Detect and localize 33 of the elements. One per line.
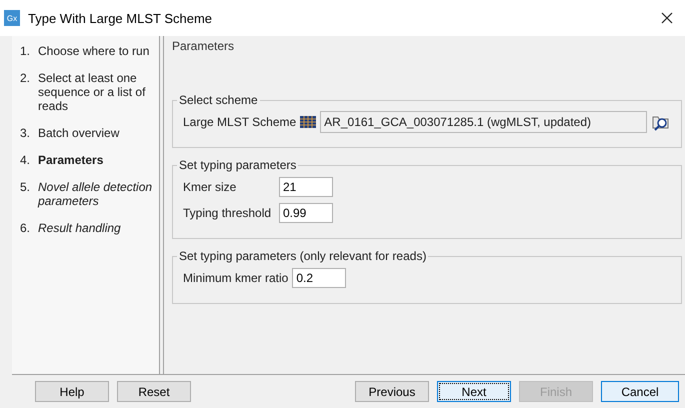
field-label: Kmer size	[183, 180, 238, 194]
scheme-field[interactable]: AR_0161_GCA_003071285.1 (wgMLST, updated)	[320, 111, 647, 133]
step-number: 2.	[20, 71, 32, 87]
step-label: Parameters	[38, 153, 104, 167]
dialog-button[interactable]: Next	[437, 381, 511, 402]
group-title: Set typing parameters	[178, 158, 298, 172]
group-title: Select scheme	[178, 93, 259, 107]
dialog-button[interactable]: Reset	[117, 381, 191, 402]
step-label: Batch overview	[38, 126, 120, 140]
step-label: Novel allele detection parameters	[38, 180, 154, 208]
close-icon[interactable]	[659, 10, 675, 26]
field-label: Minimum kmer ratio	[183, 271, 288, 285]
step-label: Choose where to run	[38, 44, 150, 58]
group-title: Set typing parameters (only relevant for reads)	[178, 249, 428, 263]
field-label: Large MLST Scheme	[183, 115, 296, 129]
step-number: 4.	[20, 153, 32, 167]
input-field[interactable]: 0.2	[292, 268, 346, 288]
input-field[interactable]: 0.99	[279, 203, 333, 223]
step-label: Result handling	[38, 221, 122, 235]
field-label: Typing threshold	[183, 206, 272, 220]
panel-title: Parameters	[172, 39, 234, 53]
step-number: 1.	[20, 44, 32, 58]
step-number: 5.	[20, 180, 32, 196]
dialog-button[interactable]: Previous	[355, 381, 429, 402]
dialog-button[interactable]: Cancel	[601, 381, 679, 402]
app-icon: Gx	[4, 10, 20, 26]
window-title: Type With Large MLST Scheme	[28, 10, 214, 26]
step-number: 6.	[20, 221, 32, 235]
dialog-button[interactable]: Help	[35, 381, 109, 402]
step-label: Select at least one sequence or a list of reads	[38, 71, 146, 113]
step-number: 3.	[20, 126, 32, 140]
input-field[interactable]: 21	[279, 177, 333, 197]
table-icon	[300, 116, 316, 128]
